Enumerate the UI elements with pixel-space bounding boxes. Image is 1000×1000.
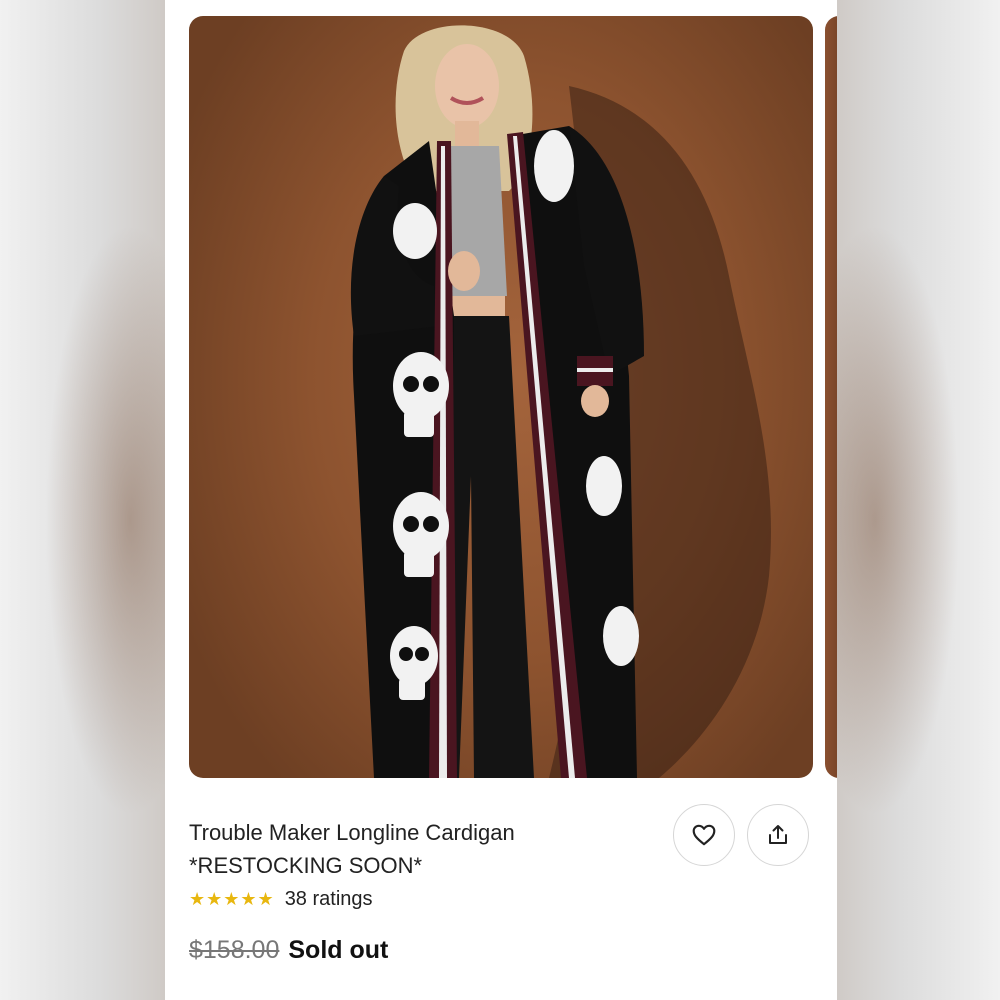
share-icon: [769, 825, 787, 844]
product-card: Trouble Maker Longline Cardigan *RESTOCK…: [165, 0, 837, 1000]
heart-icon: [692, 824, 716, 846]
share-button[interactable]: [747, 804, 809, 866]
blurred-background-right: [835, 0, 1000, 1000]
price-row: $158.00 Sold out: [189, 936, 388, 965]
model-illustration: [350, 25, 771, 778]
star-rating: ★★★★★: [189, 889, 275, 909]
next-product-image-peek[interactable]: [825, 16, 837, 778]
ratings-count[interactable]: 38 ratings: [285, 888, 373, 911]
product-title-line2: *RESTOCKING SOON*: [189, 853, 423, 878]
availability-status: Sold out: [288, 936, 389, 964]
product-title: Trouble Maker Longline Cardigan *RESTOCK…: [189, 816, 649, 882]
favorite-button[interactable]: [673, 804, 735, 866]
rating-row[interactable]: ★★★★★ 38 ratings: [189, 888, 373, 911]
blurred-background-left: [0, 0, 165, 1000]
original-price: $158.00: [189, 936, 280, 964]
product-title-line1: Trouble Maker Longline Cardigan: [189, 820, 515, 845]
product-image[interactable]: [189, 16, 813, 778]
